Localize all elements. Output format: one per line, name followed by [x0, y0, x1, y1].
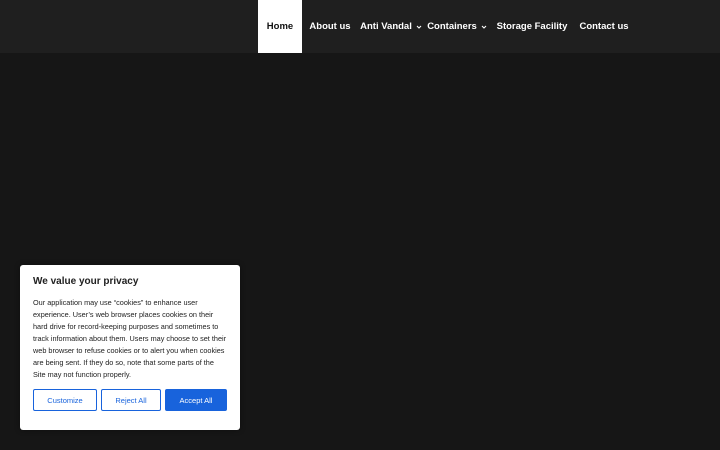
- nav-item-label: Anti Vandal: [360, 21, 412, 32]
- nav-item-contact-us[interactable]: Contact us: [574, 0, 634, 53]
- site-header: Home About us Anti Vandal Containers Sto…: [0, 0, 720, 53]
- chevron-down-icon: [416, 24, 422, 30]
- accept-all-button[interactable]: Accept All: [165, 389, 227, 411]
- nav-item-anti-vandal[interactable]: Anti Vandal: [358, 0, 424, 53]
- nav-item-containers[interactable]: Containers: [424, 0, 490, 53]
- nav-item-label: About us: [309, 21, 351, 32]
- cookie-banner-text: Our application may use “cookies” to enh…: [33, 298, 227, 379]
- nav-item-label: Containers: [427, 21, 477, 32]
- nav-item-storage-facility[interactable]: Storage Facility: [490, 0, 574, 53]
- nav-item-label: Home: [266, 21, 294, 32]
- nav-item-home[interactable]: Home: [258, 0, 302, 53]
- customize-button[interactable]: Customize: [33, 389, 97, 411]
- reject-all-button[interactable]: Reject All: [101, 389, 161, 411]
- cookie-consent-banner: We value your privacy Our application ma…: [20, 265, 240, 430]
- nav-item-label: Contact us: [579, 21, 629, 32]
- chevron-down-icon: [481, 24, 487, 30]
- nav-item-about-us[interactable]: About us: [302, 0, 358, 53]
- main-nav: Home About us Anti Vandal Containers Sto…: [258, 0, 634, 53]
- nav-item-label: Storage Facility: [496, 21, 568, 32]
- cookie-banner-title: We value your privacy: [33, 276, 139, 287]
- cookie-banner-actions: Customize Reject All Accept All: [33, 389, 227, 411]
